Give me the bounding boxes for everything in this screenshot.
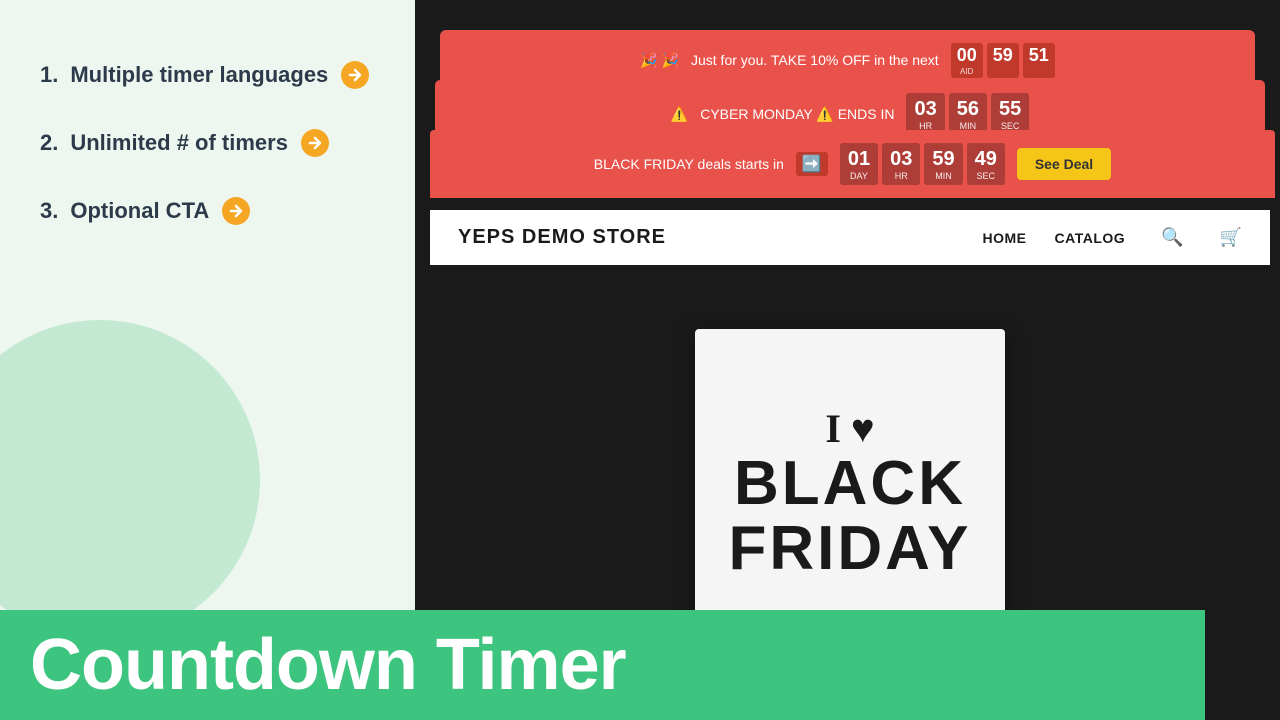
hero-line3: FRIDAY: [728, 516, 971, 581]
timer-2-min: 56 MIN: [949, 93, 987, 135]
nav-catalog[interactable]: CATALOG: [1055, 230, 1126, 246]
circle-decoration: [0, 320, 260, 640]
banner-3-arrow: ➡️: [796, 152, 828, 176]
banner-2-emoji: ⚠️: [671, 106, 688, 123]
timer-1-mm: 59: [987, 43, 1019, 78]
bottom-bar-title: Countdown Timer: [30, 624, 626, 706]
see-deal-button[interactable]: See Deal: [1017, 148, 1111, 180]
arrow-icon-2: [300, 128, 330, 158]
banner-3-text: BLACK FRIDAY deals starts in: [594, 156, 784, 172]
search-icon[interactable]: 🔍: [1161, 227, 1183, 248]
nav-home[interactable]: HOME: [983, 230, 1027, 246]
cart-icon[interactable]: 🛒: [1220, 227, 1242, 248]
feature-label-1: Multiple timer languages: [70, 62, 328, 88]
banner-2-timer: 03 HR 56 MIN 55 SEC: [906, 93, 1029, 135]
store-nav: YEPS DEMO STORE HOME CATALOG 🔍 🛒: [430, 210, 1270, 265]
features-list: 1. Multiple timer languages 2. Unlimited…: [0, 60, 415, 264]
store-logo: YEPS DEMO STORE: [458, 226, 983, 249]
bottom-bar: Countdown Timer: [0, 610, 1205, 720]
feature-item-1: 1. Multiple timer languages: [40, 60, 415, 90]
banner-3-wrapper: BLACK FRIDAY deals starts in ➡️ 01 DAY 0…: [430, 130, 1275, 198]
feature-label-3: Optional CTA: [70, 198, 209, 224]
timer-1-hh: 00 AID: [951, 43, 983, 78]
timer-3-hr: 03 HR: [882, 143, 920, 185]
banner-2-text: CYBER MONDAY ⚠️ ENDS IN: [700, 106, 894, 123]
hero-line1: I ♥: [825, 407, 874, 451]
arrow-icon-1: [340, 60, 370, 90]
feature-text-2: 2.: [40, 130, 58, 156]
banner-1-emoji: 🎉 🎉: [640, 52, 679, 69]
feature-label-2: Unlimited # of timers: [70, 130, 288, 156]
banner-1-text: Just for you. TAKE 10% OFF in the next: [691, 52, 939, 68]
timer-2-sec: 55 SEC: [991, 93, 1029, 135]
feature-item-2: 2. Unlimited # of timers: [40, 128, 415, 158]
banner-1-timer: 00 AID 59 51: [951, 43, 1055, 78]
timer-3-day: 01 DAY: [840, 143, 878, 185]
timer-2-hr: 03 HR: [906, 93, 944, 135]
timer-3-sec: 49 SEC: [967, 143, 1005, 185]
arrow-icon-3: [221, 196, 251, 226]
hero-line2: BLACK: [734, 451, 966, 516]
feature-text-3: 3.: [40, 198, 58, 224]
banner-3-timer: 01 DAY 03 HR 59 MIN 49 SEC: [840, 143, 1005, 185]
nav-links: HOME CATALOG 🔍 🛒: [983, 227, 1242, 248]
banner-3: BLACK FRIDAY deals starts in ➡️ 01 DAY 0…: [430, 130, 1275, 198]
feature-text-1: 1.: [40, 62, 58, 88]
feature-item-3: 3. Optional CTA: [40, 196, 415, 226]
timer-1-ss: 51: [1023, 43, 1055, 78]
timer-3-min: 59 MIN: [924, 143, 962, 185]
